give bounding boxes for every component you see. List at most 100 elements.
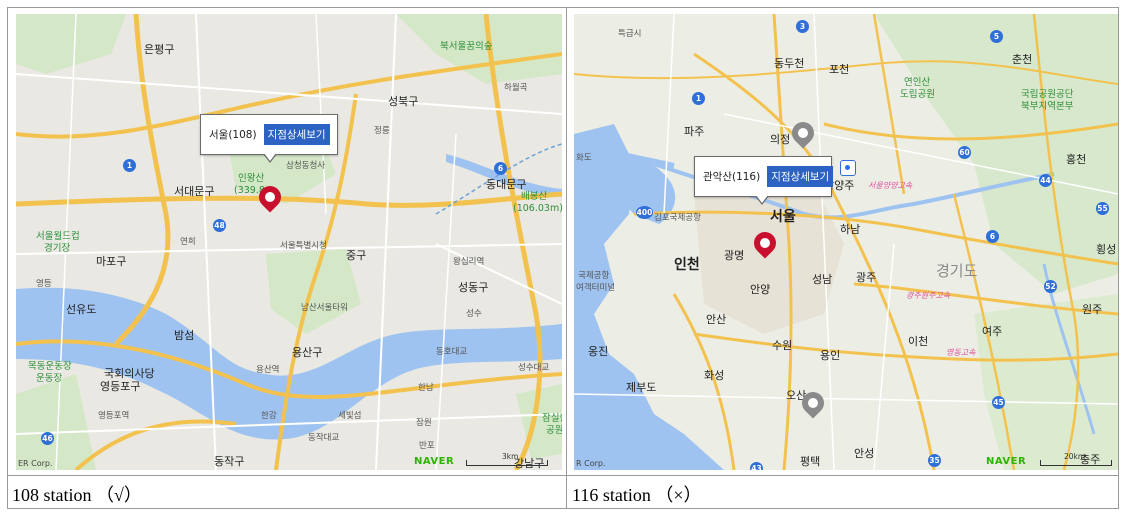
label-cityhall: 서울특별시청 [280, 241, 327, 251]
station-name: 관악산(116) [703, 171, 761, 183]
map-copyright: R Corp. [576, 459, 606, 468]
map-panel-right[interactable]: 특급시 동두천 포천 춘천 연인산 도립공원 국립공원공단 북부지역본부 파주 … [574, 14, 1118, 470]
map-right-base [574, 14, 1118, 470]
route-badge: 45 [992, 396, 1005, 409]
label-hangang: 한강 [261, 411, 277, 421]
label-bamseom: 밤섬 [174, 329, 195, 342]
label-incheon: 인천 [674, 257, 700, 273]
label-wonju: 원주 [1082, 303, 1103, 316]
route-badge: 6 [986, 230, 999, 243]
label-pocheon: 포천 [829, 63, 850, 76]
label-gwangmyeong: 광명 [724, 249, 745, 262]
label-seongbuk: 성북구 [388, 95, 419, 108]
label-hoengseong: 횡성 [1096, 243, 1117, 256]
label-baebongsan: 배봉산 [521, 191, 548, 202]
route-badge: 44 [1039, 174, 1052, 187]
label-mokdong: 목동운동장 [28, 361, 72, 372]
label-gimpo-airport: 김포국제공항 [654, 213, 701, 223]
route-badge: 48 [213, 219, 226, 232]
label-hwaseong: 화성 [704, 369, 725, 382]
label-icheon: 이천 [908, 335, 929, 348]
label-jamsil: 잠실한강 [542, 413, 562, 424]
label-yeongdeung-jc: 영등 [36, 279, 52, 289]
label-worldcup-stadium-2: 경기장 [44, 243, 71, 254]
label-yeonhui: 연희 [180, 237, 196, 247]
label-seongdong: 성동구 [458, 281, 489, 294]
label-yeonin-2: 도립공원 [900, 89, 935, 100]
row-divider [8, 475, 1118, 476]
map-panel-left[interactable]: 은평구 북서울꿈의숲 성북구 하월곡 정릉 삼청동청사 서대문구 인왕산 (33… [16, 14, 562, 470]
label-junggu: 중구 [346, 249, 367, 262]
label-seodaemun: 서대문구 [174, 185, 215, 198]
label-incheon-airport-2: 여객터미널 [576, 283, 616, 293]
label-yeongdeungpo: 영등포구 [100, 380, 141, 393]
label-baebongsan-height: (106.03m) [513, 203, 562, 214]
route-badge: 46 [41, 432, 54, 445]
label-chuncheon: 춘천 [1012, 53, 1033, 66]
label-yeoju: 여주 [982, 325, 1003, 338]
label-yongin: 용인 [820, 349, 841, 362]
locate-target-icon[interactable] [840, 160, 856, 176]
station-callout: 서울(108) 지점상세보기 [200, 114, 338, 163]
label-namsan-tower: 남산서울타워 [301, 303, 348, 313]
label-incheon-airport: 국제공항 [578, 271, 610, 281]
label-paju: 파주 [684, 125, 705, 138]
callout-tail [755, 195, 769, 205]
label-dongdaemun: 동대문구 [486, 178, 527, 191]
scale-bar [466, 460, 548, 466]
route-badge: 55 [1096, 202, 1109, 215]
label-hongcheon: 홍천 [1066, 153, 1087, 166]
label-wangsimni: 왕십리역 [453, 257, 485, 267]
route-badge: 60 [958, 146, 971, 159]
label-tokgeum: 특급시 [618, 29, 642, 39]
label-gyeonggi: 경기도 [936, 262, 978, 280]
label-yeongdong-exp: 영동고속 [946, 348, 976, 357]
route-badge: 1 [692, 92, 705, 105]
label-mokdong-2: 운동장 [36, 373, 63, 384]
label-yeonin: 연인산 [904, 77, 931, 88]
label-jamwon: 잠원 [416, 418, 432, 428]
label-seongnam: 성남 [812, 273, 833, 286]
route-badge: 400 [636, 206, 653, 219]
label-jebudo: 제부도 [626, 381, 657, 394]
route-badge: 35 [928, 454, 941, 467]
station-name: 서울(108) [209, 129, 257, 141]
label-seoul: 서울 [770, 209, 796, 225]
station-detail-button[interactable]: 지점상세보기 [767, 166, 834, 187]
label-uijeong: 의정 [770, 133, 791, 146]
label-dongho-bridge: 동호대교 [436, 347, 468, 357]
label-yeongdeungpo-station: 영등포역 [98, 411, 130, 421]
label-ansan: 안산 [706, 313, 727, 326]
caption-right: 116 station （×） [572, 485, 702, 505]
callout-tail [263, 153, 277, 163]
label-hannam: 한남 [418, 383, 434, 393]
label-jamsil-2: 공원 [546, 425, 562, 436]
label-dongjak: 동작구 [214, 455, 245, 468]
label-gwangju-wonju-exp: 광주원주고속 [906, 291, 951, 300]
label-sebitseom: 세빛섬 [338, 411, 362, 421]
label-pyeongtaek: 평택 [800, 455, 821, 468]
label-seoul-yangyang-exp: 서울양양고속 [868, 181, 913, 190]
station-detail-button[interactable]: 지점상세보기 [263, 124, 330, 145]
label-inwangsan: 인왕산 [238, 173, 265, 184]
label-national-park-2: 북부지역본부 [1021, 101, 1074, 112]
label-hawolgok: 하월곡 [504, 83, 528, 93]
label-yongsan-station: 용산역 [256, 365, 280, 375]
route-badge: 52 [1044, 280, 1057, 293]
route-badge: 3 [796, 20, 809, 33]
label-seongsu: 성수 [466, 309, 482, 319]
label-samcheong: 삼청동청사 [286, 161, 326, 171]
column-divider [566, 8, 567, 508]
route-badge: 43 [750, 462, 763, 470]
naver-logo: NAVER [986, 456, 1027, 467]
label-eunpyeong: 은평구 [144, 43, 175, 56]
scale-bar [1040, 460, 1112, 466]
label-suwon: 수원 [772, 339, 793, 352]
label-gwangju: 광주 [856, 271, 877, 284]
label-assembly: 국회의사당 [104, 367, 155, 380]
label-anseong: 안성 [854, 447, 875, 460]
naver-logo: NAVER [414, 456, 455, 467]
label-yongsan: 용산구 [292, 346, 323, 359]
route-badge: 6 [494, 162, 507, 175]
route-badge: 1 [123, 159, 136, 172]
